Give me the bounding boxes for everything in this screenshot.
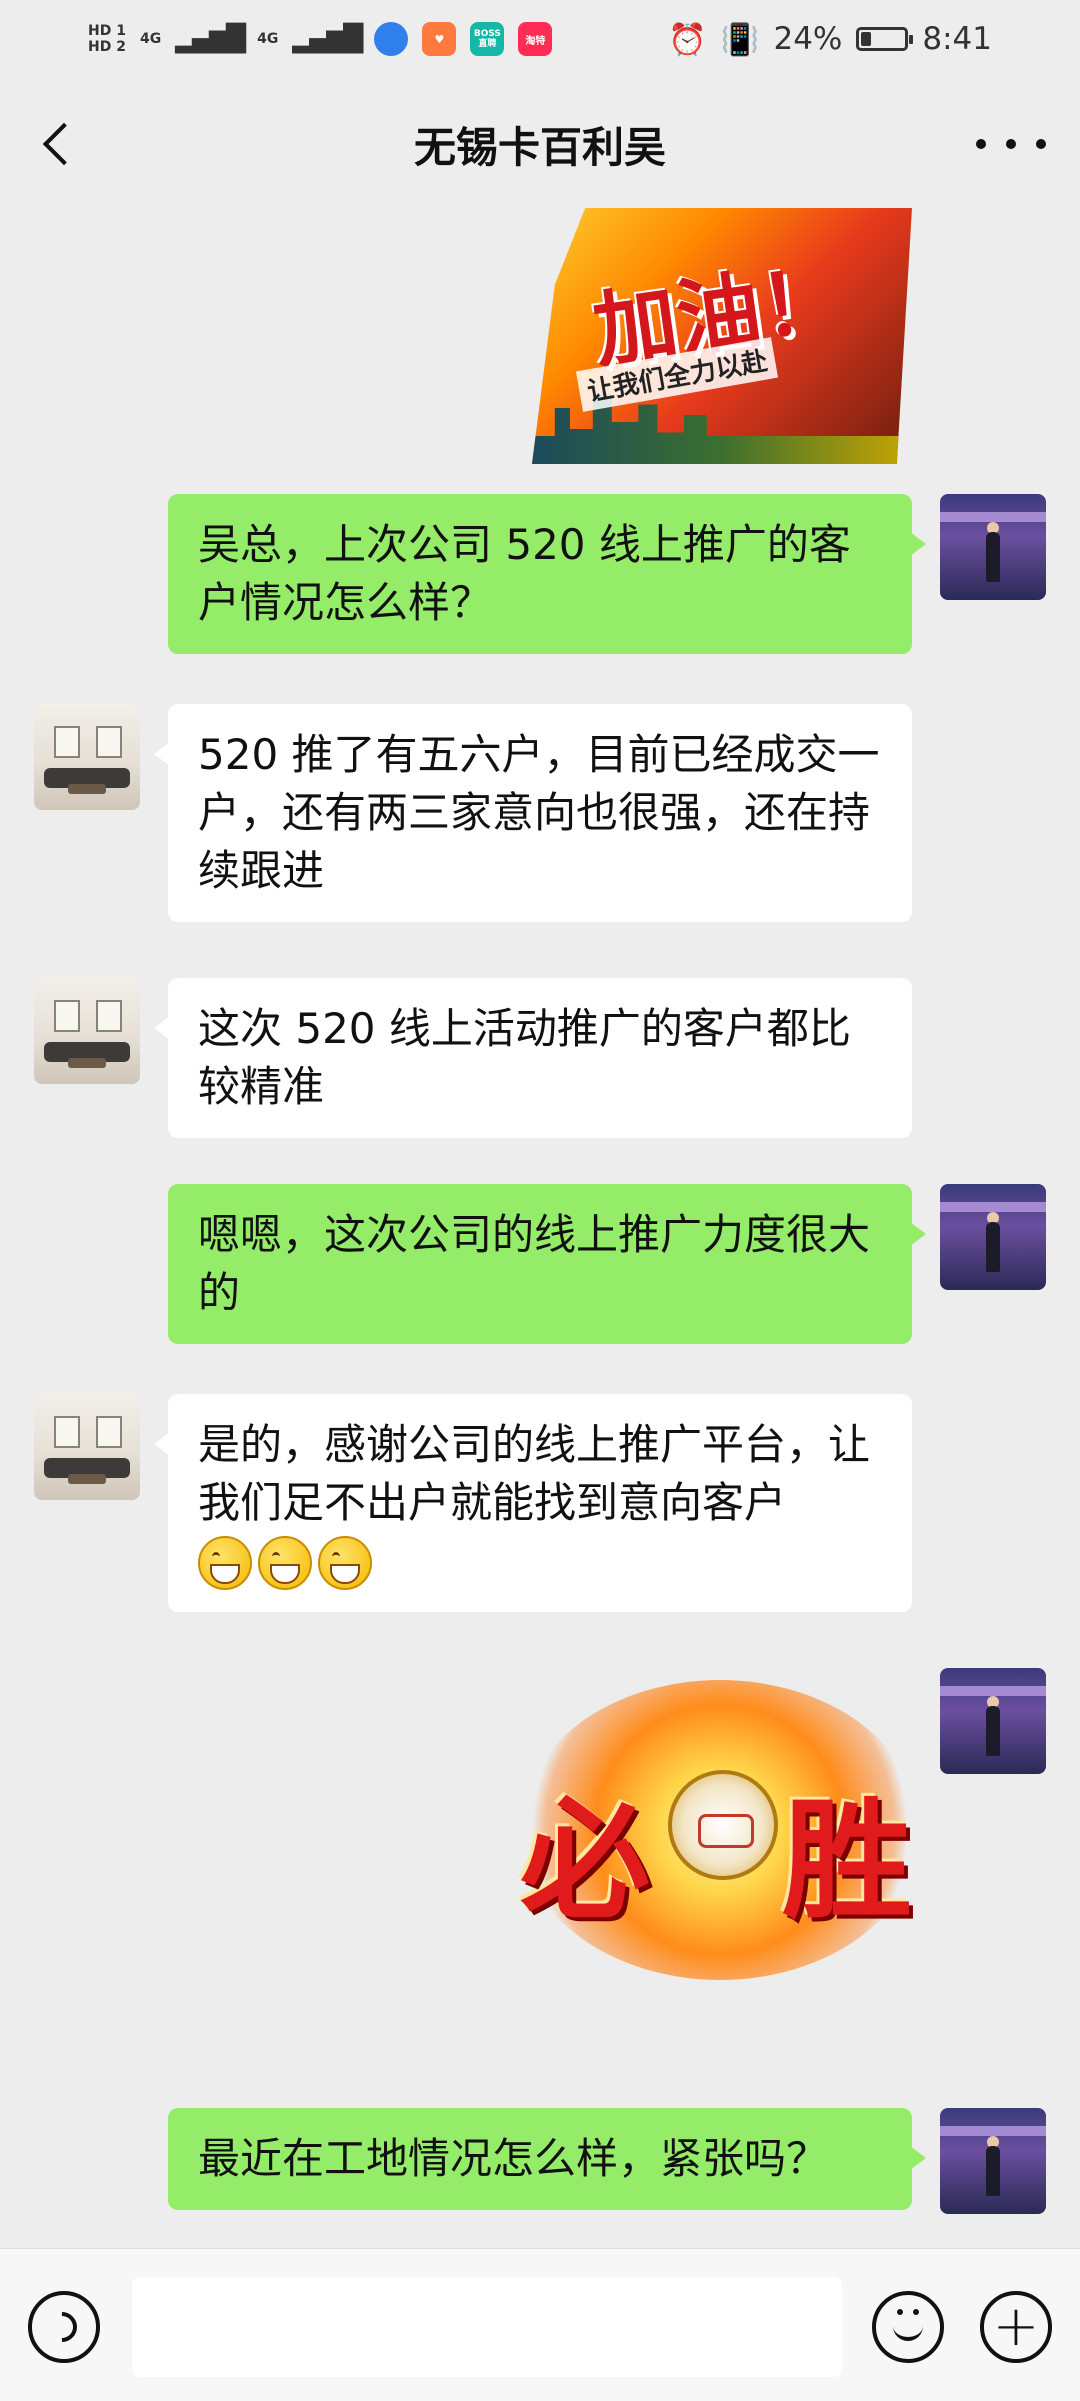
taote-app-icon: 淘特 bbox=[518, 22, 553, 56]
contact-message-bubble[interactable]: 520 推了有五六户，目前已经成交一户，还有两三家意向也很强，还在持续跟进 bbox=[154, 704, 912, 922]
contact-message-bubble[interactable]: 是的，感谢公司的线上推广平台，让我们足不出户就能找到意向客户 bbox=[154, 1394, 912, 1612]
sticker-text-left: 必 bbox=[520, 1785, 651, 1937]
clock: 8:41 bbox=[922, 21, 992, 57]
plus-icon: + bbox=[992, 2294, 1040, 2359]
battery-fill bbox=[861, 32, 872, 46]
emoji-row bbox=[198, 1536, 882, 1590]
fist-icon bbox=[668, 1770, 778, 1880]
smiley-icon bbox=[893, 2309, 923, 2341]
network-type-2: 4G bbox=[257, 31, 279, 47]
contact-avatar[interactable] bbox=[34, 978, 140, 1084]
grin-emoji-icon bbox=[198, 1536, 252, 1590]
emoji-button[interactable] bbox=[872, 2291, 944, 2363]
contact-avatar[interactable] bbox=[34, 704, 140, 810]
chat-title: 无锡卡百利吴 bbox=[413, 122, 666, 172]
signal-icon-1: ▂▄▆█ bbox=[175, 24, 246, 54]
my-avatar[interactable] bbox=[940, 2108, 1046, 2214]
chevron-left-icon bbox=[42, 122, 86, 166]
vibrate-icon: 📳 bbox=[720, 21, 760, 58]
grin-emoji-icon bbox=[258, 1536, 312, 1590]
input-bar: + bbox=[0, 2248, 1080, 2401]
status-right: ⏰ 📳 24% 8:41 bbox=[668, 21, 992, 58]
battery-percent: 24% bbox=[773, 21, 843, 57]
hd-indicator: HD 1 HD 2 bbox=[88, 23, 126, 55]
chat-header: 无锡卡百利吴 bbox=[0, 78, 1080, 210]
more-dot-icon bbox=[976, 139, 986, 149]
my-avatar[interactable] bbox=[940, 1184, 1046, 1290]
my-message-bubble[interactable]: 最近在工地情况怎么样，紧张吗？ bbox=[168, 2108, 926, 2210]
sticker-message[interactable]: 必 胜 bbox=[520, 1660, 920, 2000]
hd2-label: HD 2 bbox=[88, 39, 126, 55]
health-app-icon: ♥ bbox=[422, 22, 457, 56]
battery-icon bbox=[856, 27, 914, 51]
status-left: HD 1 HD 2 4G ▂▄▆█ 4G ▂▄▆█ ♥ BOSS 直聘 淘特 bbox=[88, 22, 553, 56]
boss-app-icon: BOSS 直聘 bbox=[470, 22, 505, 56]
hd1-label: HD 1 bbox=[88, 23, 126, 39]
message-text: 是的，感谢公司的线上推广平台，让我们足不出户就能找到意向客户 bbox=[198, 1420, 871, 1527]
sticker-text-right: 胜 bbox=[782, 1785, 913, 1937]
contact-avatar[interactable] bbox=[34, 1394, 140, 1500]
contact-message-bubble[interactable]: 这次 520 线上活动推广的客户都比较精准 bbox=[154, 978, 912, 1138]
network-type-1: 4G bbox=[139, 31, 162, 47]
message-input[interactable] bbox=[132, 2277, 842, 2377]
voice-button[interactable] bbox=[28, 2291, 100, 2363]
more-actions-button[interactable]: + bbox=[980, 2291, 1052, 2363]
browser-app-icon bbox=[374, 22, 409, 56]
my-avatar[interactable] bbox=[940, 494, 1046, 600]
signal-icon-2: ▂▄▆█ bbox=[292, 24, 363, 54]
voice-icon bbox=[40, 2305, 84, 2349]
my-message-bubble[interactable]: 嗯嗯，这次公司的线上推广力度很大的 bbox=[168, 1184, 926, 1344]
back-button[interactable] bbox=[30, 116, 86, 172]
my-message-bubble[interactable]: 吴总，上次公司 520 线上推广的客户情况怎么样？ bbox=[168, 494, 926, 654]
more-dot-icon bbox=[1036, 139, 1046, 149]
my-avatar[interactable] bbox=[940, 1668, 1046, 1774]
more-dot-icon bbox=[1006, 139, 1016, 149]
grin-emoji-icon bbox=[318, 1536, 372, 1590]
sticker-message[interactable]: 加油！ 让我们全力以赴 bbox=[532, 208, 912, 464]
alarm-icon: ⏰ bbox=[668, 21, 707, 58]
more-options-button[interactable] bbox=[976, 118, 1046, 170]
status-bar: HD 1 HD 2 4G ▂▄▆█ 4G ▂▄▆█ ♥ BOSS 直聘 淘特 ⏰… bbox=[0, 0, 1080, 78]
